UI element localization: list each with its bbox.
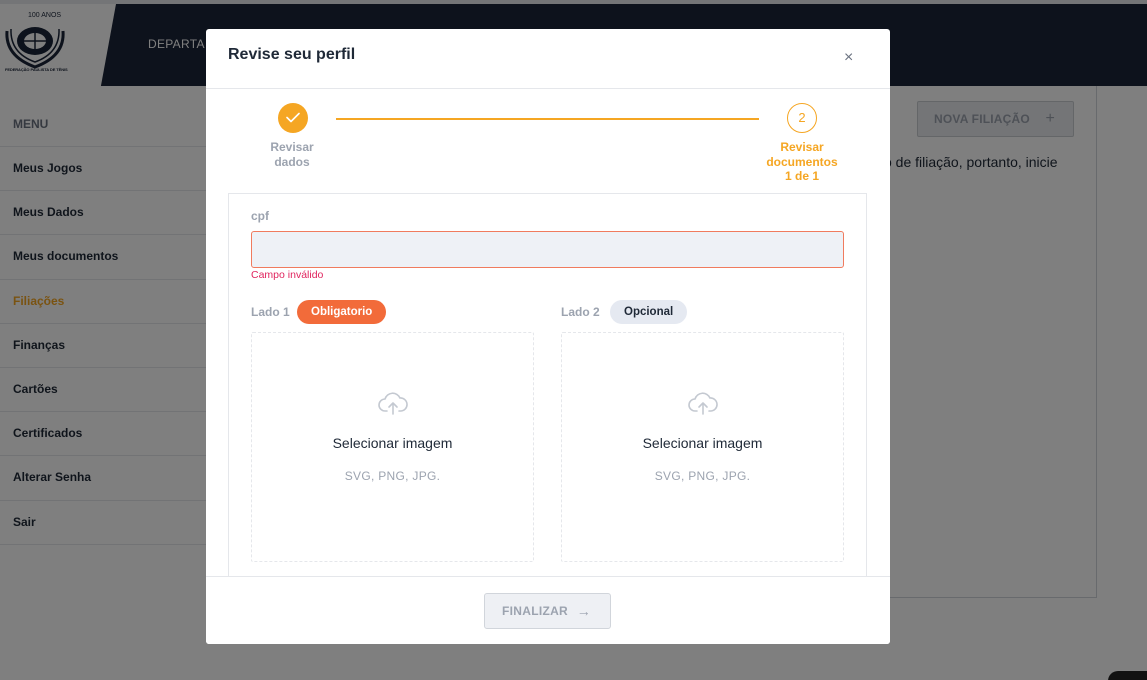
arrow-right-icon: → (576, 603, 591, 619)
cpf-input[interactable] (251, 231, 844, 268)
side-2-label: Lado 2 (561, 305, 600, 319)
dropzone-1-types: SVG, PNG, JPG. (344, 469, 441, 483)
dropzone-side-1[interactable]: Selecionar imagem SVG, PNG, JPG. (251, 332, 534, 562)
step-2-circle[interactable]: 2 (787, 103, 817, 133)
cloud-upload-icon (688, 392, 718, 415)
dropzone-2-text: Selecionar imagem (642, 435, 763, 451)
required-badge: Obligatorio (297, 300, 387, 324)
step-connector (336, 118, 759, 120)
dropzone-2-types: SVG, PNG, JPG. (654, 469, 751, 483)
dropzone-side-2[interactable]: Selecionar imagem SVG, PNG, JPG. (561, 332, 844, 562)
floating-widget[interactable] (1108, 671, 1147, 680)
review-profile-modal: Revise seu perfil × Revisar dados 2 Revi… (206, 29, 890, 644)
optional-badge: Opcional (610, 300, 688, 324)
modal-title: Revise seu perfil (228, 46, 356, 63)
step-1-label: Revisar dados (270, 140, 314, 169)
document-form: cpf Campo inválido Lado 1 Obligatorio La… (228, 193, 867, 593)
cloud-upload-icon (378, 392, 408, 415)
checkmark-icon (286, 112, 300, 123)
step-2-label-line-1: Revisar (780, 140, 824, 154)
dropzone-1-text: Selecionar imagem (332, 435, 453, 451)
cpf-error-message: Campo inválido (251, 269, 324, 281)
side-1-label: Lado 1 (251, 305, 290, 319)
cpf-label: cpf (251, 209, 269, 223)
step-1-circle[interactable] (278, 103, 308, 133)
close-button[interactable]: × (844, 49, 853, 67)
step-2-label: Revisar documentos 1 de 1 (752, 140, 852, 184)
modal-footer: FINALIZAR → (206, 576, 890, 644)
step-2-label-line-3: 1 de 1 (784, 169, 820, 183)
finalizar-button[interactable]: FINALIZAR → (484, 593, 611, 629)
modal-header: Revise seu perfil × (206, 29, 890, 89)
step-2-label-line-2: documentos (766, 154, 838, 169)
finalizar-label: FINALIZAR (502, 604, 569, 618)
stepper: Revisar dados 2 Revisar documentos 1 de … (206, 89, 890, 193)
